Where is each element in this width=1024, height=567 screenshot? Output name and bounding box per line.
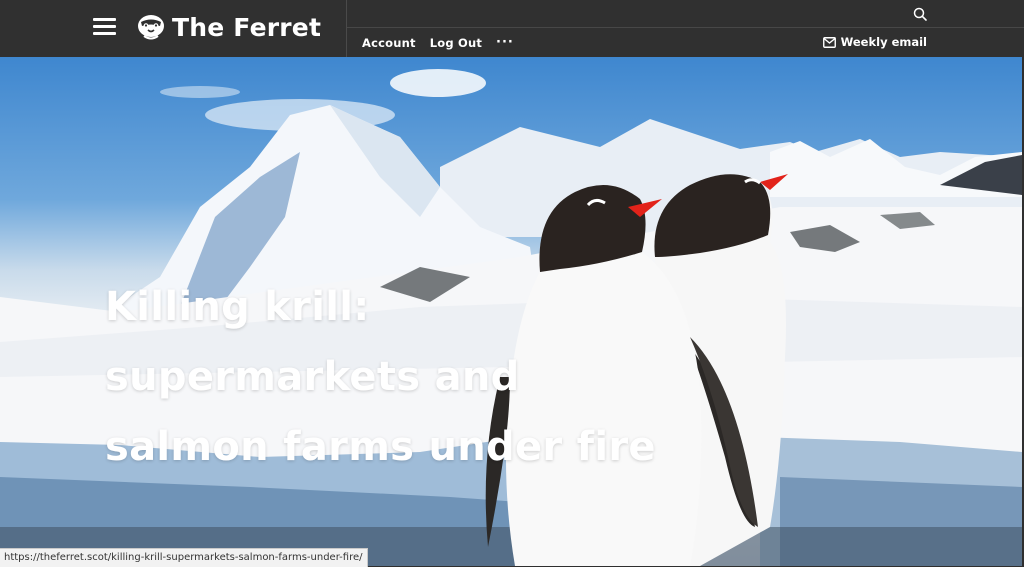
more-menu-button[interactable]: ··· bbox=[496, 35, 514, 50]
site-header: The Ferret Account Log Out ··· Weekly em… bbox=[0, 0, 1024, 57]
envelope-icon bbox=[822, 36, 836, 48]
weekly-email-label: Weekly email bbox=[840, 35, 927, 49]
hamburger-menu-icon[interactable] bbox=[93, 17, 116, 37]
weekly-email-link[interactable]: Weekly email bbox=[822, 35, 927, 49]
site-name: The Ferret bbox=[172, 12, 322, 42]
status-bar-url: https://theferret.scot/killing-krill-sup… bbox=[0, 548, 368, 567]
header-nav: Account Log Out ··· bbox=[362, 35, 514, 50]
header-divider bbox=[346, 0, 347, 57]
logout-link[interactable]: Log Out bbox=[430, 36, 482, 50]
site-logo-link[interactable]: The Ferret bbox=[136, 11, 321, 43]
search-icon[interactable] bbox=[912, 6, 928, 22]
article-headline[interactable]: Killing krill: supermarkets and salmon f… bbox=[105, 272, 685, 482]
account-link[interactable]: Account bbox=[362, 36, 416, 50]
ferret-logo-icon bbox=[138, 15, 164, 40]
header-divider bbox=[347, 27, 1024, 28]
